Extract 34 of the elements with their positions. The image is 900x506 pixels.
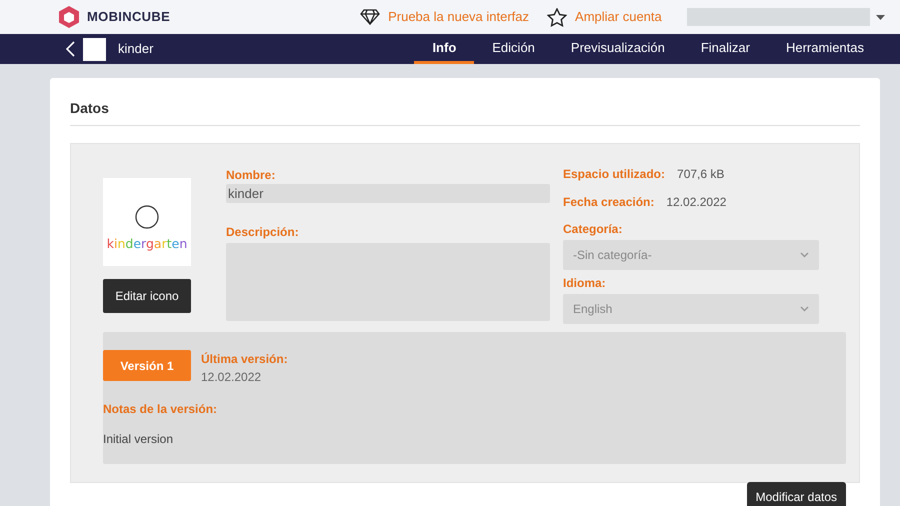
field-label: Idioma:	[563, 275, 607, 292]
caret-icon	[876, 14, 885, 20]
version-notes: Initial version	[103, 431, 174, 448]
chevron-down-icon	[800, 252, 809, 258]
chevron-down-icon	[800, 306, 809, 312]
field-label: Categoría:	[563, 221, 624, 238]
nav-tab[interactable]: Finalizar	[682, 34, 768, 64]
edit-icon-button[interactable]: Editar icono	[103, 279, 191, 313]
field-label: Notas de la versión:	[103, 401, 218, 418]
stat-value: 707,6 kB	[677, 166, 724, 183]
section-title: Datos	[70, 98, 860, 126]
nav-tab[interactable]: Edición	[474, 34, 553, 64]
diamond-icon	[360, 9, 380, 25]
field-label: Nombre:	[226, 167, 276, 184]
app-name: kinder	[118, 40, 154, 58]
app-thumbnail	[83, 38, 106, 60]
back-icon[interactable]	[66, 41, 75, 57]
star-icon	[547, 8, 568, 26]
app-icon-preview: kindergarten	[103, 178, 191, 266]
brand-name: MOBINCUBE	[87, 8, 170, 26]
cube-logo-icon	[57, 5, 81, 29]
nav-tab[interactable]: Info	[414, 34, 474, 64]
stat-value: 12.02.2022	[666, 194, 726, 211]
stat-label: Fecha creación:	[563, 194, 654, 211]
name-field[interactable]: kinder	[226, 184, 550, 203]
field-label: Última versión:	[201, 351, 288, 368]
version-badge: Versión 1	[103, 350, 191, 381]
version-date: 12.02.2022	[201, 369, 262, 386]
modify-data-button[interactable]: Modificar datos	[746, 482, 846, 506]
account-dropdown[interactable]	[686, 8, 885, 26]
nav-tab[interactable]: Previsualización	[552, 34, 683, 64]
field-label: Descripción:	[226, 224, 300, 241]
nav-tab[interactable]: Herramientas	[768, 34, 882, 64]
stat-label: Espacio utilizado:	[563, 166, 666, 183]
